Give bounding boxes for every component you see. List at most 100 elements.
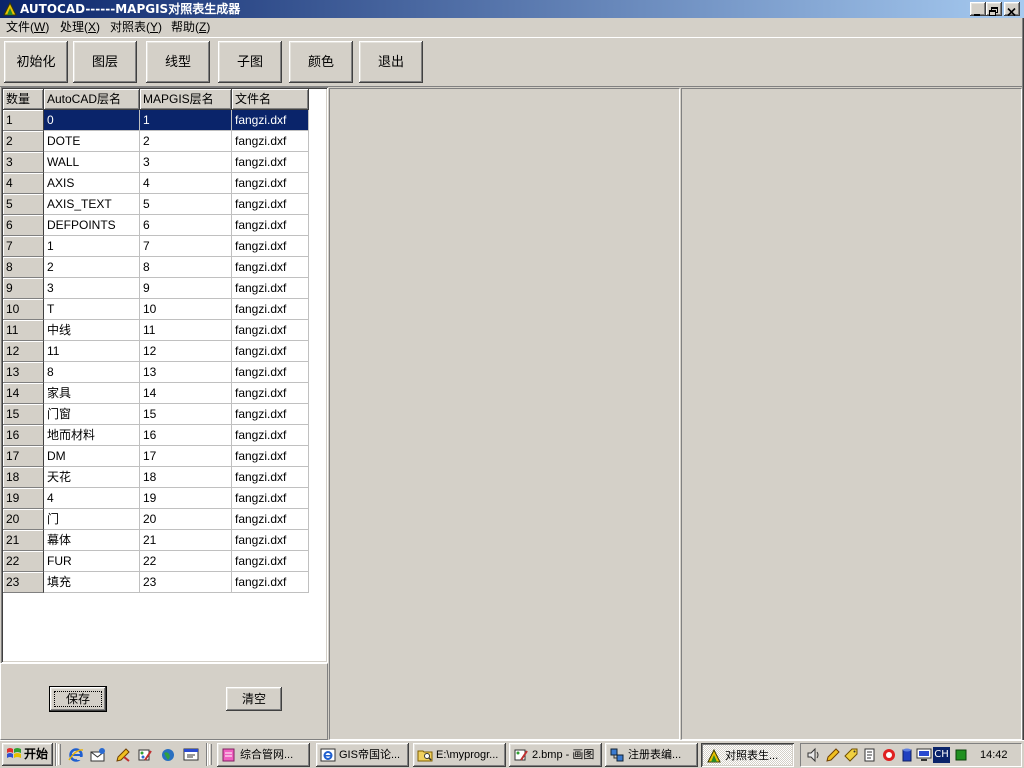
autocad-layer-cell[interactable]: 家具 [44,383,140,404]
pen-icon[interactable] [825,747,841,763]
row-number-cell[interactable]: 2 [3,131,44,152]
row-number-cell[interactable]: 1 [3,110,44,131]
table-row[interactable]: 11 中线 11 fangzi.dxf [3,320,326,341]
table-row[interactable]: 18 天花 18 fangzi.dxf [3,467,326,488]
file-name-cell[interactable]: fangzi.dxf [232,572,309,593]
table-row[interactable]: 4 AXIS 4 fangzi.dxf [3,173,326,194]
mapgis-layer-cell[interactable]: 6 [140,215,232,236]
file-name-cell[interactable]: fangzi.dxf [232,404,309,425]
mapgis-layer-cell[interactable]: 16 [140,425,232,446]
table-row[interactable]: 9 3 9 fangzi.dxf [3,278,326,299]
row-number-cell[interactable]: 9 [3,278,44,299]
table-row[interactable]: 13 8 13 fangzi.dxf [3,362,326,383]
menu-file[interactable]: 文件(W) [6,19,49,36]
row-number-cell[interactable]: 18 [3,467,44,488]
mapgis-layer-cell[interactable]: 2 [140,131,232,152]
clock[interactable]: 14:42 [980,744,1008,766]
row-number-cell[interactable]: 23 [3,572,44,593]
menu-table[interactable]: 对照表(Y) [110,19,162,36]
file-name-cell[interactable]: fangzi.dxf [232,467,309,488]
mapgis-layer-cell[interactable]: 4 [140,173,232,194]
row-number-cell[interactable]: 10 [3,299,44,320]
mapgis-layer-cell[interactable]: 3 [140,152,232,173]
autocad-layer-cell[interactable]: DOTE [44,131,140,152]
table-row[interactable]: 2 DOTE 2 fangzi.dxf [3,131,326,152]
autocad-layer-cell[interactable]: AXIS_TEXT [44,194,140,215]
row-number-cell[interactable]: 14 [3,383,44,404]
file-name-cell[interactable]: fangzi.dxf [232,425,309,446]
table-row[interactable]: 17 DM 17 fangzi.dxf [3,446,326,467]
file-name-cell[interactable]: fangzi.dxf [232,530,309,551]
file-name-cell[interactable]: fangzi.dxf [232,488,309,509]
row-number-cell[interactable]: 17 [3,446,44,467]
mapgis-layer-cell[interactable]: 20 [140,509,232,530]
table-row[interactable]: 19 4 19 fangzi.dxf [3,488,326,509]
file-name-cell[interactable]: fangzi.dxf [232,320,309,341]
task-button-table-generator[interactable]: 对照表生... [701,743,794,767]
tag-icon[interactable] [843,747,859,763]
autocad-layer-cell[interactable]: T [44,299,140,320]
file-name-cell[interactable]: fangzi.dxf [232,299,309,320]
file-name-cell[interactable]: fangzi.dxf [232,362,309,383]
row-number-cell[interactable]: 16 [3,425,44,446]
row-number-cell[interactable]: 13 [3,362,44,383]
file-name-cell[interactable]: fangzi.dxf [232,383,309,404]
row-number-cell[interactable]: 21 [3,530,44,551]
autocad-layer-cell[interactable]: 0 [44,110,140,131]
status-icon[interactable] [953,747,969,763]
mapgis-layer-cell[interactable]: 7 [140,236,232,257]
row-number-cell[interactable]: 5 [3,194,44,215]
task-button-pipe-network[interactable]: 综合管网... [217,743,310,767]
database-icon[interactable] [899,747,915,763]
paint-icon[interactable] [137,747,153,763]
row-number-cell[interactable]: 8 [3,257,44,278]
column-header-mapgis-layer[interactable]: MAPGIS层名 [140,89,232,110]
exit-button[interactable]: 退出 [359,41,423,83]
autocad-layer-cell[interactable]: 中线 [44,320,140,341]
tool-icon[interactable] [115,747,131,763]
file-name-cell[interactable]: fangzi.dxf [232,551,309,572]
initialize-button[interactable]: 初始化 [4,41,68,83]
file-name-cell[interactable]: fangzi.dxf [232,152,309,173]
file-name-cell[interactable]: fangzi.dxf [232,236,309,257]
task-button-paint[interactable]: 2.bmp - 画图 [509,743,602,767]
symbol-button[interactable]: 子图 [218,41,282,83]
column-header-autocad-layer[interactable]: AutoCAD层名 [44,89,140,110]
column-header-count[interactable]: 数量 [3,89,44,110]
table-row[interactable]: 1 0 1 fangzi.dxf [3,110,326,131]
show-desktop-icon[interactable] [183,747,199,763]
autocad-layer-cell[interactable]: 地而材料 [44,425,140,446]
ie-icon[interactable] [68,747,84,763]
autocad-layer-cell[interactable]: FUR [44,551,140,572]
mapgis-layer-cell[interactable]: 17 [140,446,232,467]
table-row[interactable]: 21 幕体 21 fangzi.dxf [3,530,326,551]
mapgis-layer-cell[interactable]: 23 [140,572,232,593]
task-button-explorer-myprogr[interactable]: E:\myprogr... [413,743,506,767]
row-number-cell[interactable]: 3 [3,152,44,173]
table-row[interactable]: 10 T 10 fangzi.dxf [3,299,326,320]
autocad-mapgis-app-icon[interactable] [2,1,18,17]
autocad-layer-cell[interactable]: DEFPOINTS [44,215,140,236]
minimize-button[interactable] [970,2,986,16]
mapgis-layer-cell[interactable]: 13 [140,362,232,383]
autocad-layer-cell[interactable]: 门窗 [44,404,140,425]
file-name-cell[interactable]: fangzi.dxf [232,131,309,152]
file-name-cell[interactable]: fangzi.dxf [232,173,309,194]
row-number-cell[interactable]: 19 [3,488,44,509]
autocad-layer-cell[interactable]: 门 [44,509,140,530]
file-name-cell[interactable]: fangzi.dxf [232,110,309,131]
mapgis-layer-cell[interactable]: 21 [140,530,232,551]
monitor-icon[interactable] [916,747,932,763]
mapgis-layer-cell[interactable]: 12 [140,341,232,362]
task-button-registry-editor[interactable]: 注册表编... [605,743,698,767]
mapgis-layer-cell[interactable]: 11 [140,320,232,341]
table-row[interactable]: 14 家具 14 fangzi.dxf [3,383,326,404]
row-number-cell[interactable]: 6 [3,215,44,236]
file-name-cell[interactable]: fangzi.dxf [232,509,309,530]
title-bar[interactable]: AUTOCAD------MAPGIS对照表生成器 [0,0,1024,18]
row-number-cell[interactable]: 12 [3,341,44,362]
menu-help[interactable]: 帮助(Z) [171,19,210,36]
autocad-layer-cell[interactable]: 4 [44,488,140,509]
color-button[interactable]: 颜色 [289,41,353,83]
row-number-cell[interactable]: 4 [3,173,44,194]
